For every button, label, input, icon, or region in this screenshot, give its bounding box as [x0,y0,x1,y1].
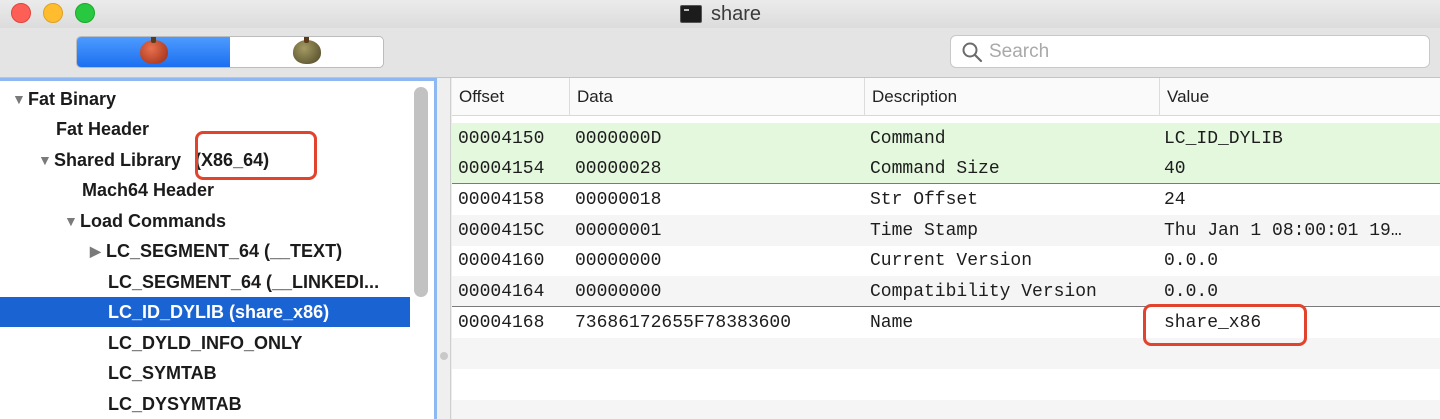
segment-raw-button[interactable] [77,37,230,67]
value-cell: 0.0.0 [1164,250,1219,271]
disclosure-triangle-icon[interactable]: ▼ [38,152,54,168]
offset-cell: 00004168 [458,312,545,333]
search-box[interactable] [950,35,1430,68]
column-header-offset[interactable]: Offset [452,78,569,116]
structure-tree: ▼ Fat Binary Fat Header ▼ Shared Library… [0,78,437,419]
data-cell: 00000000 [575,250,662,271]
window-title-group: share [680,2,761,26]
tree-item-label: Mach64 Header [82,179,215,200]
tree-item-label: LC_SEGMENT_64 (__LINKEDI... [108,271,380,292]
tree-item-label: LC_SEGMENT_64 (__TEXT) [106,240,343,261]
value-cell: LC_ID_DYLIB [1164,128,1283,149]
data-cell: 00000000 [575,281,662,302]
description-cell: Command Size [870,158,1000,179]
minimize-window-button[interactable] [43,3,63,23]
tree-item-lc-segment-linkedit[interactable]: LC_SEGMENT_64 (__LINKEDI... [0,267,410,297]
description-cell: Name [870,312,914,333]
tree-item-load-commands[interactable]: ▼ Load Commands [0,206,410,236]
value-cell: Thu Jan 1 08:00:01 19… [1164,220,1402,241]
tree-item-lc-dysymtab[interactable]: LC_DYSYMTAB [0,389,410,419]
offset-cell: 00004158 [458,189,545,210]
value-cell: 24 [1164,189,1186,210]
description-cell: Time Stamp [870,220,979,241]
empty-table-row [452,400,1440,419]
tree-item-label: Fat Binary [28,88,117,109]
split-view-divider[interactable] [437,78,451,419]
data-cell: 00000018 [575,189,662,210]
offset-cell: 00004150 [458,128,545,149]
description-cell: Compatibility Version [870,281,1097,302]
data-cell: 00000001 [575,220,662,241]
table-row[interactable]: 00004158 00000018 Str Offset 24 [452,184,1440,215]
tree-item-label: LC_DYSYMTAB [108,393,242,414]
column-header-value[interactable]: Value [1159,78,1440,116]
table-row[interactable]: 00004154 00000028 Command Size 40 [452,153,1440,184]
tree-item-lc-segment-text[interactable]: ▶ LC_SEGMENT_64 (__TEXT) [0,236,410,266]
view-segmented-control [76,36,384,68]
table-row[interactable]: 0000415C 00000001 Time Stamp Thu Jan 1 0… [452,215,1440,246]
empty-table-row [452,369,1440,400]
toolbar [0,28,1440,78]
close-window-button[interactable] [11,3,31,23]
tree-item-label: Shared Library [54,149,182,170]
tree-item-lc-dyld-info-only[interactable]: LC_DYLD_INFO_ONLY [0,328,410,358]
disclosure-triangle-icon[interactable]: ▼ [12,91,28,107]
value-cell: 40 [1164,158,1186,179]
offset-cell: 0000415C [458,220,545,241]
tree-scrollbar[interactable] [414,87,428,297]
value-cell: 0.0.0 [1164,281,1219,302]
annotation-box-name-value [1143,304,1307,346]
detail-table: Offset Data Description Value 00004150 0… [452,78,1440,419]
tree-item-label: LC_DYLD_INFO_ONLY [108,332,303,353]
zoom-window-button[interactable] [75,3,95,23]
disclosure-triangle-icon[interactable]: ▼ [64,213,80,229]
description-cell: Command [870,128,946,149]
column-header-data[interactable]: Data [569,78,864,116]
offset-cell: 00004154 [458,158,545,179]
data-cell: 00000028 [575,158,662,179]
annotation-box-architecture [195,131,317,180]
description-cell: Current Version [870,250,1033,271]
tree-item-label: LC_SYMTAB [108,362,217,383]
tree-item-label: Fat Header [56,118,150,139]
data-cell: 0000000D [575,128,662,149]
table-row[interactable]: 00004164 00000000 Compatibility Version … [452,276,1440,307]
red-bug-icon [139,37,168,64]
tree-item-lc-id-dylib[interactable]: LC_ID_DYLIB (share_x86) [0,297,410,327]
olive-bug-icon [292,37,321,64]
tree-item-fat-binary[interactable]: ▼ Fat Binary [0,84,410,114]
tree-item-label: LC_ID_DYLIB (share_x86) [108,301,330,322]
divider-handle-icon[interactable] [440,352,448,360]
magnifier-icon [962,42,983,62]
offset-cell: 00004160 [458,250,545,271]
offset-cell: 00004164 [458,281,545,302]
column-header-description[interactable]: Description [864,78,1159,116]
disclosure-triangle-icon[interactable]: ▶ [90,243,106,260]
tree-item-lc-symtab[interactable]: LC_SYMTAB [0,358,410,388]
window-title: share [711,2,762,25]
data-cell: 73686172655F78383600 [575,312,792,333]
table-header: Offset Data Description Value [452,78,1440,116]
table-row[interactable]: 00004160 00000000 Current Version 0.0.0 [452,245,1440,276]
table-row[interactable]: 00004150 0000000D Command LC_ID_DYLIB [452,123,1440,154]
description-cell: Str Offset [870,189,979,210]
search-input[interactable] [989,40,1409,63]
tree-item-label: Load Commands [80,210,227,231]
terminal-icon [680,5,702,23]
title-bar: share [0,0,1440,28]
segment-rva-button[interactable] [230,37,383,67]
